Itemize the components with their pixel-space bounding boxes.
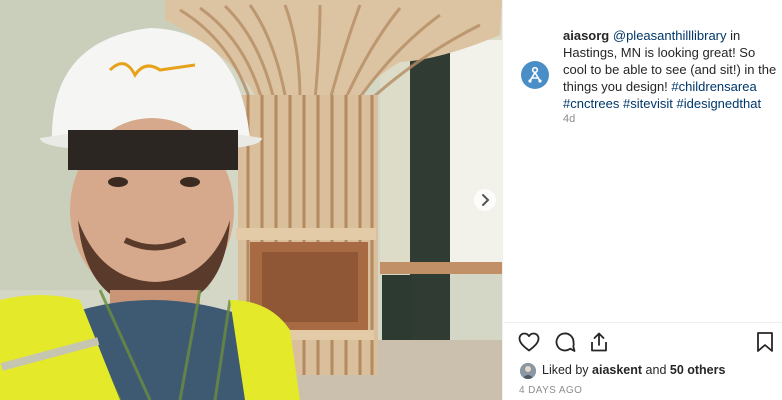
share-button[interactable] bbox=[587, 330, 613, 356]
liker-avatar-image bbox=[520, 363, 536, 379]
avatar[interactable] bbox=[521, 61, 549, 89]
post-panel: aiasorg @pleasanthilllibrary in Hastings… bbox=[502, 0, 782, 400]
bookmark-icon bbox=[757, 332, 773, 352]
liked-by-user-link[interactable]: aiaskent bbox=[592, 363, 642, 377]
aias-logo-icon bbox=[528, 66, 542, 83]
divider bbox=[503, 322, 782, 323]
caption-time-ago[interactable]: 4d bbox=[563, 113, 575, 125]
heart-icon bbox=[518, 332, 540, 352]
save-button[interactable] bbox=[753, 330, 779, 356]
next-image-button[interactable] bbox=[474, 189, 496, 211]
selfie-photo bbox=[0, 0, 502, 400]
post-photo[interactable] bbox=[0, 0, 502, 400]
comment-button[interactable] bbox=[553, 330, 579, 356]
chevron-right-icon bbox=[482, 194, 490, 206]
likes-others-link[interactable]: 50 others bbox=[670, 363, 726, 377]
post-caption: aiasorg @pleasanthilllibrary in Hastings… bbox=[563, 27, 781, 112]
hashtag-cnctrees[interactable]: #cnctrees bbox=[563, 96, 619, 111]
like-button[interactable] bbox=[517, 330, 543, 356]
hashtag-childrensarea[interactable]: #childrensarea bbox=[671, 79, 756, 94]
comment-icon bbox=[555, 332, 576, 352]
hashtag-idesignedthat[interactable]: #idesignedthat bbox=[676, 96, 761, 111]
likes-summary: Liked by aiaskent and 50 others bbox=[542, 363, 726, 377]
post-date[interactable]: 4 DAYS AGO bbox=[519, 385, 582, 396]
caption-mention[interactable]: @pleasanthilllibrary bbox=[613, 28, 727, 43]
hashtag-sitevisit[interactable]: #sitevisit bbox=[623, 96, 673, 111]
liker-avatar[interactable] bbox=[520, 363, 536, 379]
share-icon bbox=[591, 332, 607, 352]
caption-username[interactable]: aiasorg bbox=[563, 28, 609, 43]
action-bar bbox=[517, 330, 773, 356]
